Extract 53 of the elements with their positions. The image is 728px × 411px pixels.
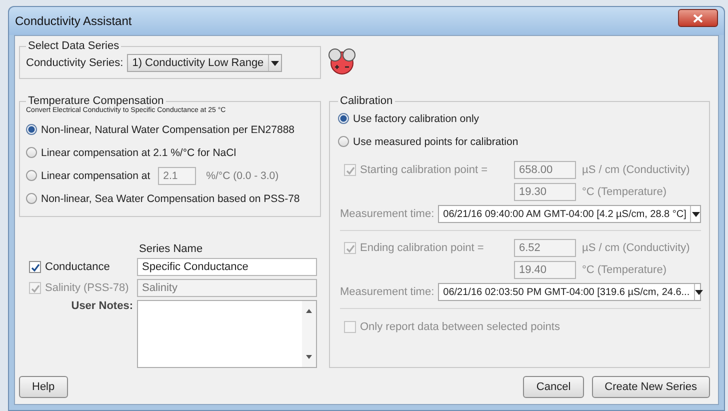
series-name-field[interactable]: Specific Conductance [137, 258, 317, 276]
scroll-up-icon [306, 309, 312, 313]
field-label: Conductivity Series: [26, 57, 124, 69]
help-button[interactable]: Help [19, 376, 68, 398]
checkmark-icon [346, 166, 354, 174]
field-label: Measurement time: [340, 286, 434, 298]
dropdown-value: 06/21/16 02:03:50 PM GMT-04:00 [319.6 µS/cm, 24.6... [442, 286, 691, 298]
cancel-button[interactable]: Cancel [523, 376, 584, 398]
radio-button[interactable] [26, 124, 37, 135]
field-label: Measurement time: [340, 208, 434, 220]
scroll-down-icon [306, 355, 312, 359]
checkmark-icon [30, 284, 40, 292]
field-label: User Notes: [71, 300, 133, 312]
unit-label: µS / cm (Conductivity) [582, 164, 690, 176]
unit-label: °C (Temperature) [582, 264, 666, 276]
group-label: Temperature Compensation [27, 95, 164, 107]
caret-icon [692, 212, 700, 216]
radio-label[interactable]: Use measured points for calibration [353, 136, 518, 148]
caret-icon [694, 290, 703, 294]
window-title: Conductivity Assistant [15, 14, 132, 28]
notes-field[interactable] [137, 300, 317, 368]
radio-label[interactable]: Linear compensation at 2.1 %/°C for NaCl [41, 146, 236, 158]
coefficient-field[interactable]: 2.1 [158, 166, 196, 184]
radio-button[interactable] [26, 147, 37, 158]
radio-label[interactable]: Linear compensation at [41, 170, 150, 182]
radio-label[interactable]: Use factory calibration only [353, 112, 480, 124]
checkmark-icon [30, 262, 40, 272]
radio-label[interactable]: Non-linear, Natural Water Compensation per EN27888 [41, 124, 294, 136]
group-label: Calibration [339, 95, 394, 107]
group-label: Select Data Series [27, 40, 120, 52]
radio-button[interactable] [338, 136, 349, 147]
dropdown-value: 06/21/16 09:40:00 AM GMT-04:00 [4.2 µS/cm, 28.8 °C] [442, 208, 688, 220]
dropdown-value: 1) Conductivity Low Range [131, 57, 265, 69]
checkbox-label[interactable]: Conductance [45, 261, 110, 273]
close-button[interactable] [678, 9, 718, 27]
dropdown-button[interactable] [268, 55, 282, 71]
checkbox[interactable] [29, 261, 41, 273]
close-icon [693, 14, 703, 22]
radio-button[interactable] [26, 193, 37, 204]
radio-button[interactable] [338, 113, 349, 124]
dropdown-button[interactable] [694, 284, 703, 300]
column-heading: Series Name [138, 243, 204, 255]
unit-label: %/°C (0.0 - 3.0) [206, 170, 279, 182]
caret-icon [270, 60, 279, 66]
radio-label[interactable]: Non-linear, Sea Water Compensation based on PSS-78 [41, 192, 300, 204]
dropdown-button[interactable] [690, 206, 700, 222]
create-button[interactable]: Create New Series [592, 376, 710, 398]
unit-label: µS / cm (Conductivity) [582, 242, 690, 254]
unit-label: °C (Temperature) [582, 186, 666, 198]
series-dropdown[interactable]: 1) Conductivity Low Range [127, 54, 282, 72]
probe-icon [327, 46, 357, 76]
checkmark-icon [346, 244, 354, 252]
radio-button[interactable] [26, 170, 37, 181]
